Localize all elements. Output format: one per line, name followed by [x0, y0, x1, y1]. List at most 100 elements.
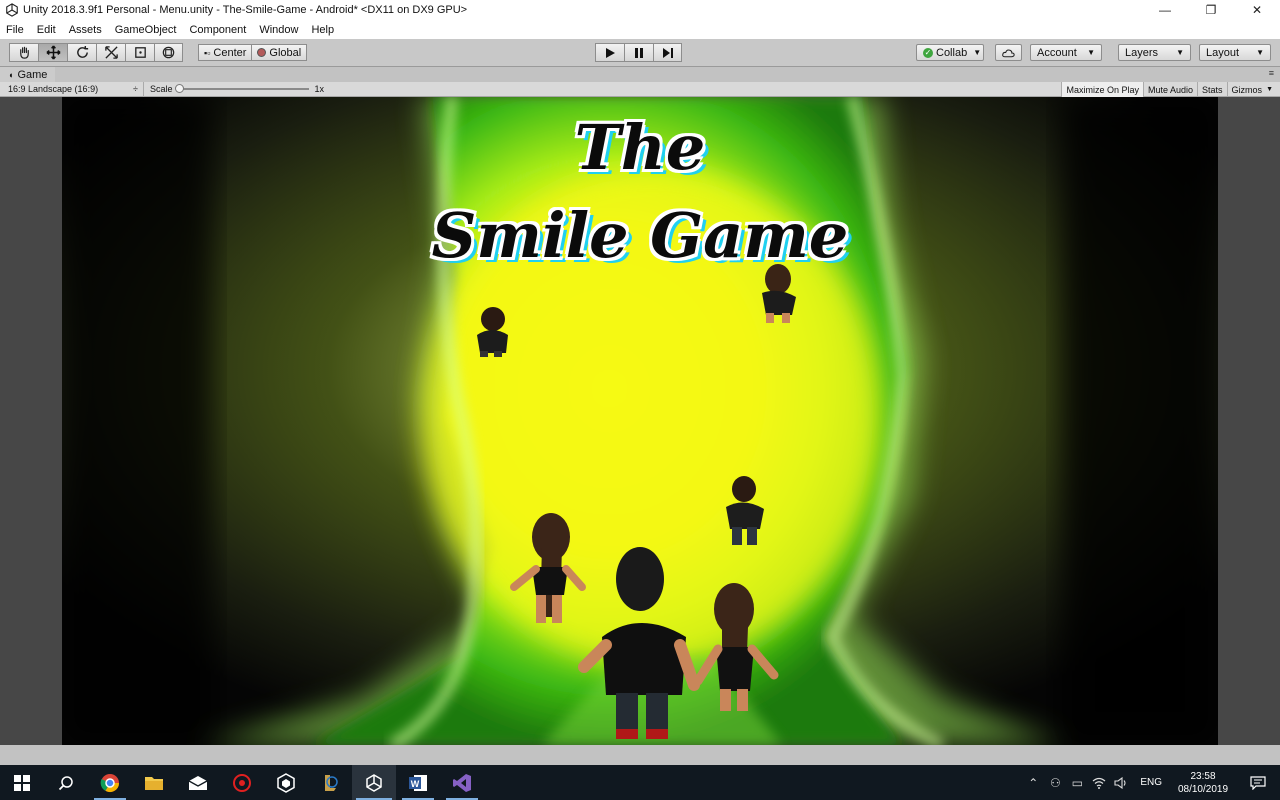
step-icon [662, 47, 673, 58]
menu-window[interactable]: Window [259, 24, 298, 36]
gamepad-icon: ◖ [8, 69, 14, 80]
taskbar-clock[interactable]: 23:58 08/10/2019 [1170, 770, 1236, 796]
maximize-on-play-toggle[interactable]: Maximize On Play [1061, 82, 1143, 97]
menu-edit[interactable]: Edit [37, 24, 56, 36]
stats-toggle[interactable]: Stats [1197, 82, 1227, 97]
cloud-icon [1002, 49, 1015, 57]
pause-icon [635, 47, 643, 58]
word-icon: W [409, 774, 427, 791]
scale-control: Scale 1x [144, 84, 324, 94]
taskbar-file-explorer[interactable] [132, 765, 176, 800]
clock-date: 08/10/2019 [1177, 783, 1229, 795]
system-tray: ⌃ ⚇ ▭ ENG 23:58 08/10/2019 [1022, 765, 1280, 800]
rect-transform-icon [134, 47, 146, 58]
game-title-line2: Smile Game [431, 199, 849, 272]
account-dropdown[interactable]: Account ▼ [1030, 44, 1102, 61]
taskbar-unity[interactable] [352, 765, 396, 800]
svg-text:W: W [411, 779, 420, 789]
volume-icon[interactable] [1110, 765, 1132, 800]
windows-taskbar: W ⌃ ⚇ ▭ ENG 23:58 08/10/2019 [0, 765, 1280, 800]
antivirus-icon [233, 773, 251, 792]
rotate-icon [76, 45, 88, 58]
chrome-icon [100, 773, 119, 792]
space-global-toggle[interactable]: Global [252, 44, 308, 61]
scale-value: 1x [314, 84, 325, 94]
scale-tool-button[interactable] [96, 43, 125, 62]
unity-hub-icon [277, 772, 295, 793]
start-button[interactable] [0, 765, 44, 800]
tab-game-label: Game [17, 68, 48, 81]
taskbar-unity-hub[interactable] [264, 765, 308, 800]
rotate-tool-button[interactable] [67, 43, 96, 62]
minimize-button[interactable]: — [1142, 0, 1188, 20]
menu-file[interactable]: File [6, 24, 24, 36]
caret-down-icon: ▼ [1256, 48, 1264, 57]
hand-tool-button[interactable] [9, 43, 38, 62]
people-icon[interactable]: ⚇ [1044, 765, 1066, 800]
rect-tool-button[interactable] [125, 43, 154, 62]
menu-gameobject[interactable]: GameObject [115, 24, 177, 36]
play-button[interactable] [595, 43, 624, 62]
taskbar-mail[interactable] [176, 765, 220, 800]
collab-dropdown[interactable]: ✓ Collab ▼ [916, 44, 984, 61]
notifications-icon[interactable] [1236, 765, 1280, 800]
game-render: The Smile Game [62, 97, 1218, 745]
game-viewport[interactable]: The Smile Game [0, 97, 1280, 745]
tab-menu-icon[interactable]: ≡ [1269, 68, 1274, 78]
layout-dropdown[interactable]: Layout ▼ [1199, 44, 1271, 61]
pivot-icon: ▪▫ [204, 47, 211, 58]
gizmos-dropdown[interactable]: Gizmos ▼ [1226, 82, 1277, 97]
playback-controls [595, 43, 682, 62]
maximize-button[interactable]: ❐ [1188, 0, 1234, 20]
move-tool-button[interactable] [38, 43, 67, 62]
transform-tool-button[interactable] [154, 43, 183, 62]
collab-label: Collab [936, 46, 968, 59]
windows-logo-icon [14, 774, 30, 791]
transform-tools [9, 43, 183, 62]
hand-icon [19, 46, 29, 59]
unity-logo-icon [6, 3, 18, 17]
window-title: Unity 2018.3.9f1 Personal - Menu.unity -… [23, 4, 468, 16]
chevron-up-icon[interactable]: ⌃ [1022, 765, 1044, 800]
game-title-line1: The [574, 111, 706, 184]
scale-slider-thumb[interactable] [174, 84, 184, 93]
menu-component[interactable]: Component [189, 24, 246, 36]
mute-audio-toggle[interactable]: Mute Audio [1143, 82, 1197, 97]
pause-button[interactable] [624, 43, 653, 62]
scale-slider[interactable] [174, 84, 309, 93]
battery-icon[interactable]: ▭ [1066, 765, 1088, 800]
pivot-center-toggle[interactable]: ▪▫ Center [198, 44, 253, 61]
tab-game[interactable]: ◖ Game [0, 67, 56, 82]
check-icon: ✓ [923, 47, 933, 58]
caret-down-icon: ▼ [1087, 48, 1095, 57]
pivot-label: Center [213, 46, 247, 59]
account-label: Account [1037, 46, 1077, 59]
caret-down-icon: ÷ [133, 84, 138, 94]
menu-assets[interactable]: Assets [69, 24, 102, 36]
taskbar-visual-studio[interactable] [440, 765, 484, 800]
taskbar-word[interactable]: W [396, 765, 440, 800]
menu-help[interactable]: Help [311, 24, 334, 36]
input-language[interactable]: ENG [1132, 777, 1170, 788]
aspect-ratio-dropdown[interactable]: 16:9 Landscape (16:9) ÷ [0, 81, 144, 97]
wifi-icon[interactable] [1088, 765, 1110, 800]
taskbar-league[interactable] [308, 765, 352, 800]
caret-down-icon: ▼ [1266, 86, 1273, 93]
clock-time: 23:58 [1190, 770, 1216, 782]
step-button[interactable] [653, 43, 682, 62]
layers-dropdown[interactable]: Layers ▼ [1118, 44, 1191, 61]
cloud-button[interactable] [995, 44, 1022, 61]
close-button[interactable]: ✕ [1234, 0, 1280, 20]
move-arrows-icon [45, 45, 61, 60]
portal-background [62, 97, 1218, 745]
taskbar-chrome[interactable] [88, 765, 132, 800]
transform-gizmo-icon [162, 46, 175, 59]
unity-icon [366, 773, 382, 792]
search-button[interactable] [44, 765, 88, 800]
taskbar-antivirus[interactable] [220, 765, 264, 800]
game-tab-bar: ◖ Game ≡ [0, 67, 1280, 82]
gizmos-label: Gizmos [1231, 84, 1263, 95]
mail-icon [188, 775, 208, 790]
game-view-toolbar: 16:9 Landscape (16:9) ÷ Scale 1x Maximiz… [0, 81, 1280, 97]
folder-icon [145, 776, 163, 790]
